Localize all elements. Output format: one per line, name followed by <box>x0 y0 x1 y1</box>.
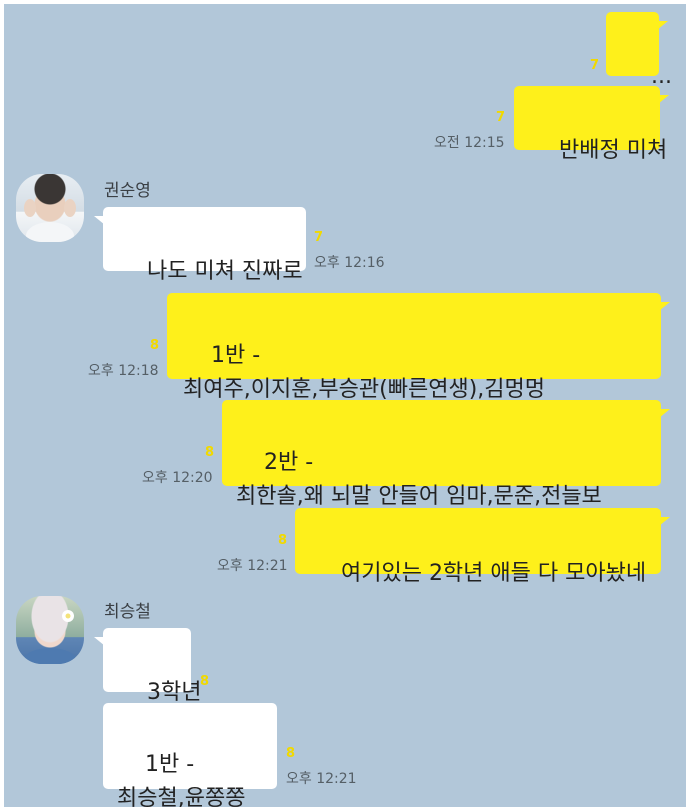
message-timestamp: 오후 12:21 <box>286 771 357 787</box>
sender-avatar[interactable] <box>16 174 84 242</box>
message-text: 여기있는 2학년 애들 다 모아놨네 <box>340 561 647 586</box>
unread-count: 8 <box>278 533 288 548</box>
my-message-bubble[interactable]: 여기있는 2학년 애들 다 모아놨네 <box>295 508 670 586</box>
message-text: 나도 미쳐 진짜로 <box>146 259 303 284</box>
profile-photo-icon <box>24 199 76 242</box>
my-message-bubble[interactable]: 반배정 미쳐 <box>514 86 669 163</box>
my-message-bubble[interactable]: 2반 - 최한솔,왜 뇌말 안들어 임마,문준,전늘보 <box>222 400 670 509</box>
unread-count: 8 <box>200 674 210 689</box>
their-message-bubble[interactable]: 3학년 <box>94 628 201 705</box>
message-text: 반배정 미쳐 <box>558 138 668 163</box>
my-message-bubble[interactable]: ... <box>606 12 672 89</box>
unread-count: 8 <box>286 746 296 761</box>
chat-room[interactable]: ... 7 반배정 미쳐 7 오전 12:15 권순영 나도 미쳐 진짜로 7 … <box>4 4 686 807</box>
message-timestamp: 오전 12:15 <box>434 135 505 151</box>
sender-name: 권순영 <box>104 181 151 201</box>
unread-count: 7 <box>590 58 600 73</box>
message-text: 3학년 <box>146 680 202 705</box>
unread-count: 7 <box>496 110 506 125</box>
message-text: 1반 - 최승철,윤쫑쫑 <box>117 752 246 807</box>
sender-name: 최승철 <box>104 602 151 622</box>
message-timestamp: 오후 12:20 <box>142 470 213 486</box>
their-message-bubble[interactable]: 나도 미쳐 진짜로 <box>94 207 306 284</box>
unread-count: 8 <box>205 445 215 460</box>
their-message-bubble[interactable]: 1반 - 최승철,윤쫑쫑 <box>103 703 277 807</box>
message-text: 1반 - 최여주,이지훈,부승관(빠른연생),김멍멍 <box>183 343 545 402</box>
message-timestamp: 오후 12:21 <box>217 558 288 574</box>
unread-count: 8 <box>150 338 160 353</box>
message-timestamp: 오후 12:18 <box>88 363 159 379</box>
unread-count: 7 <box>314 230 324 245</box>
profile-photo-icon <box>24 610 76 664</box>
message-text: 2반 - 최한솔,왜 뇌말 안들어 임마,문준,전늘보 <box>236 450 602 509</box>
sender-avatar[interactable] <box>16 596 84 664</box>
message-timestamp: 오후 12:16 <box>314 255 385 271</box>
my-message-bubble[interactable]: 1반 - 최여주,이지훈,부승관(빠른연생),김멍멍 <box>167 293 670 402</box>
